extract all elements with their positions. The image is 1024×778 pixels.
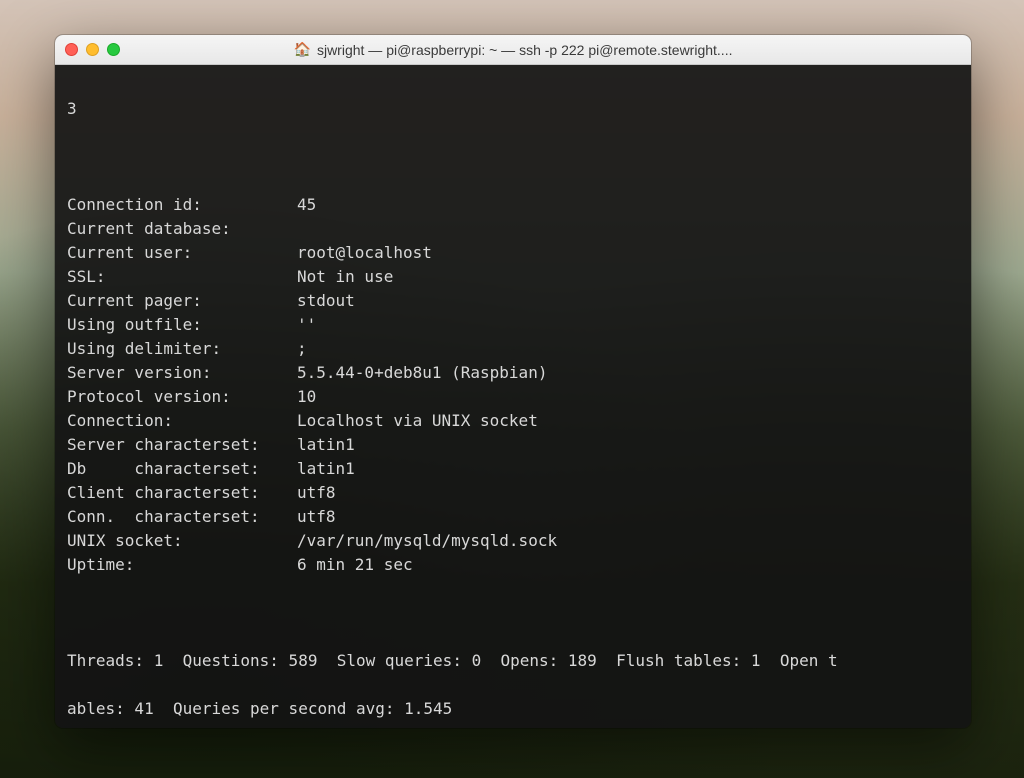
status-row: Conn. characterset:utf8 <box>67 505 959 529</box>
maximize-button[interactable] <box>107 43 120 56</box>
status-value: stdout <box>297 289 355 313</box>
window-title: sjwright — pi@raspberrypi: ~ — ssh -p 22… <box>317 42 733 58</box>
status-value: ; <box>297 337 307 361</box>
status-label: Uptime: <box>67 553 297 577</box>
status-value: 10 <box>297 385 316 409</box>
status-value: /var/run/mysqld/mysqld.sock <box>297 529 557 553</box>
close-button[interactable] <box>65 43 78 56</box>
status-value: Localhost via UNIX socket <box>297 409 538 433</box>
terminal-window: 🏠 sjwright — pi@raspberrypi: ~ — ssh -p … <box>55 35 971 728</box>
status-label: Client characterset: <box>67 481 297 505</box>
status-label: Using delimiter: <box>67 337 297 361</box>
status-label: Protocol version: <box>67 385 297 409</box>
terminal-summary-line: Threads: 1 Questions: 589 Slow queries: … <box>67 649 959 673</box>
status-value: utf8 <box>297 505 336 529</box>
status-row: Connection id:45 <box>67 193 959 217</box>
status-label: Server version: <box>67 361 297 385</box>
status-row: Current user:root@localhost <box>67 241 959 265</box>
status-value: 45 <box>297 193 316 217</box>
status-label: Current user: <box>67 241 297 265</box>
status-label: Using outfile: <box>67 313 297 337</box>
status-label: Connection: <box>67 409 297 433</box>
status-label: Server characterset: <box>67 433 297 457</box>
status-row: Uptime:6 min 21 sec <box>67 553 959 577</box>
status-value: 5.5.44-0+deb8u1 (Raspbian) <box>297 361 547 385</box>
terminal-summary-line: ables: 41 Queries per second avg: 1.545 <box>67 697 959 721</box>
traffic-lights <box>65 43 120 56</box>
status-label: Conn. characterset: <box>67 505 297 529</box>
status-value: latin1 <box>297 457 355 481</box>
status-row: Client characterset:utf8 <box>67 481 959 505</box>
status-value: '' <box>297 313 316 337</box>
home-icon: 🏠 <box>294 41 311 58</box>
status-label: Current database: <box>67 217 297 241</box>
status-value: utf8 <box>297 481 336 505</box>
status-row: Server characterset:latin1 <box>67 433 959 457</box>
status-row: Using outfile:'' <box>67 313 959 337</box>
terminal-blank-line <box>67 145 959 169</box>
terminal-line: 3 <box>67 97 959 121</box>
status-row: Db characterset:latin1 <box>67 457 959 481</box>
status-label: Connection id: <box>67 193 297 217</box>
status-value: 6 min 21 sec <box>297 553 413 577</box>
status-row: Server version:5.5.44-0+deb8u1 (Raspbian… <box>67 361 959 385</box>
status-row: Connection:Localhost via UNIX socket <box>67 409 959 433</box>
status-value: latin1 <box>297 433 355 457</box>
terminal-blank-line <box>67 601 959 625</box>
status-row: Current pager:stdout <box>67 289 959 313</box>
minimize-button[interactable] <box>86 43 99 56</box>
status-row: Current database: <box>67 217 959 241</box>
status-row: UNIX socket:/var/run/mysqld/mysqld.sock <box>67 529 959 553</box>
terminal-content[interactable]: 3 Connection id:45Current database:Curre… <box>55 65 971 728</box>
status-value: root@localhost <box>297 241 432 265</box>
window-title-bar[interactable]: 🏠 sjwright — pi@raspberrypi: ~ — ssh -p … <box>55 35 971 65</box>
status-row: SSL:Not in use <box>67 265 959 289</box>
status-label: Db characterset: <box>67 457 297 481</box>
status-label: SSL: <box>67 265 297 289</box>
status-row: Using delimiter:; <box>67 337 959 361</box>
status-label: UNIX socket: <box>67 529 297 553</box>
status-row: Protocol version:10 <box>67 385 959 409</box>
window-title-group: 🏠 sjwright — pi@raspberrypi: ~ — ssh -p … <box>294 41 733 58</box>
status-value: Not in use <box>297 265 393 289</box>
status-label: Current pager: <box>67 289 297 313</box>
